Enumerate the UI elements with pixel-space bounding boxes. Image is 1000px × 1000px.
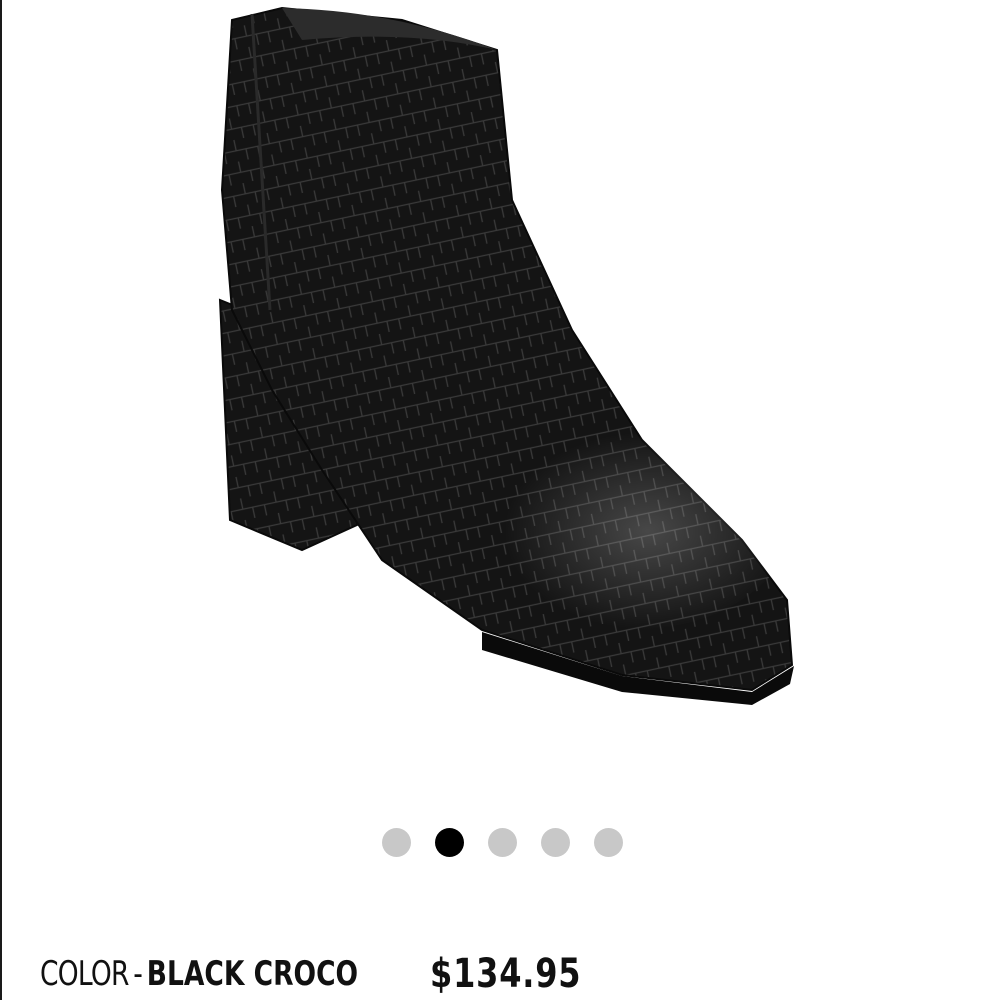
color-label-group: COLOR - BLACK CROCO xyxy=(40,954,358,994)
color-info: COLOR - BLACK CROCO xyxy=(40,954,430,994)
color-label: COLOR xyxy=(40,954,129,994)
carousel-dot[interactable] xyxy=(487,828,517,857)
product-image xyxy=(218,6,794,705)
carousel-dot[interactable] xyxy=(434,828,464,857)
carousel-dot[interactable] xyxy=(381,828,411,857)
color-separator: - xyxy=(133,954,143,994)
carousel-dot[interactable] xyxy=(540,828,570,857)
color-value: BLACK CROCO xyxy=(146,954,359,994)
product-price: $134.95 xyxy=(430,951,582,997)
product-page: COLOR - BLACK CROCO $134.95 xyxy=(0,0,1000,1000)
carousel-dots xyxy=(2,828,1000,858)
carousel-dot[interactable] xyxy=(593,828,623,857)
product-info-row: COLOR - BLACK CROCO $134.95 xyxy=(40,948,619,1000)
